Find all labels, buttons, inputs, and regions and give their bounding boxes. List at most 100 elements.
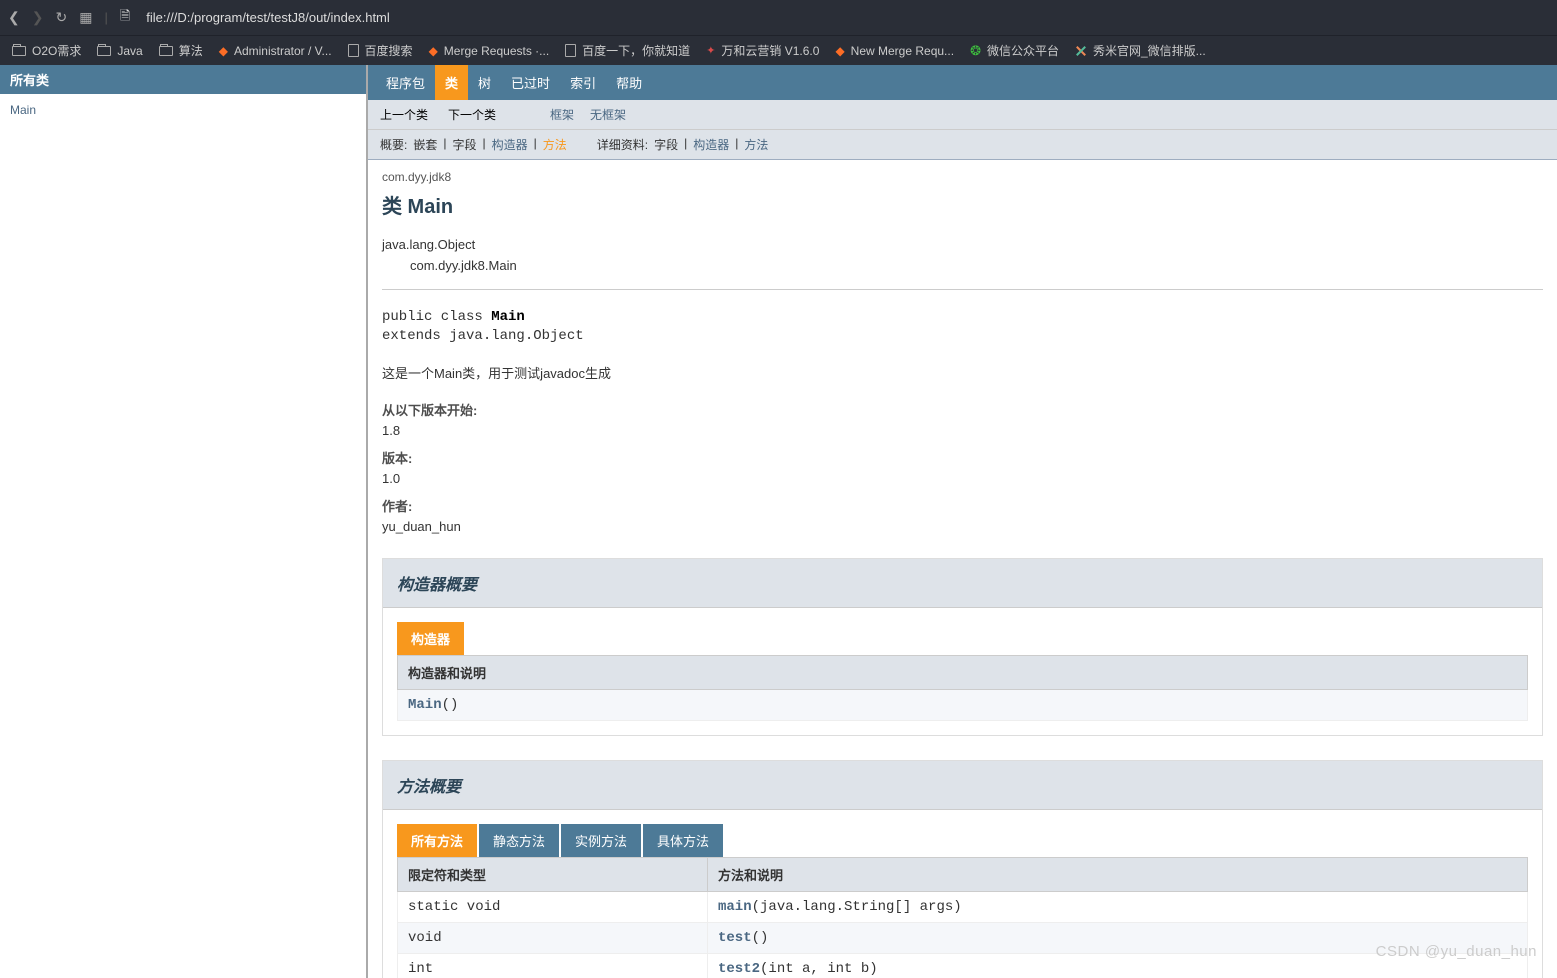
nav-item[interactable]: 帮助 [606, 65, 652, 100]
gitlab-icon: ◆ [219, 44, 228, 58]
bookmark-label: 微信公众平台 [987, 42, 1059, 59]
subnav-item: 嵌套 [413, 136, 437, 153]
nav-item[interactable]: 树 [468, 65, 501, 100]
top-nav: 程序包类树已过时索引帮助 [368, 65, 1557, 100]
table-row: voidtest() [398, 922, 1528, 953]
bookmark-label: O2O需求 [32, 42, 81, 59]
current-class: com.dyy.jdk8.Main [410, 256, 1543, 277]
author-label: 作者: [382, 496, 1543, 515]
method-table: 限定符和类型 方法和说明 static voidmain(java.lang.S… [397, 857, 1528, 978]
refresh-button[interactable]: ↻ [55, 9, 67, 26]
package-name: com.dyy.jdk8 [382, 170, 1543, 184]
subnav-item[interactable]: 构造器 [693, 136, 729, 153]
bookmark-label: 百度搜索 [365, 42, 413, 59]
folder-icon [97, 46, 111, 56]
bookmark-item[interactable]: O2O需求 [12, 42, 81, 59]
class-link-main[interactable]: Main [10, 103, 36, 117]
method-modifier: int [398, 953, 708, 978]
method-col1-header: 限定符和类型 [398, 857, 708, 891]
folder-icon [12, 46, 26, 56]
bookmark-item[interactable]: Java [97, 44, 142, 58]
bookmark-label: Merge Requests ·... [444, 44, 549, 58]
bookmark-label: 秀米官网_微信排版... [1093, 42, 1206, 59]
bookmark-item[interactable]: ◆ Merge Requests ·... [429, 44, 550, 58]
folder-icon [159, 46, 173, 56]
constructor-summary-section: 构造器概要 构造器 构造器和说明 Main() [382, 558, 1543, 736]
nav-item[interactable]: 程序包 [376, 65, 435, 100]
bookmark-item[interactable]: ◆ Administrator / V... [219, 44, 332, 58]
next-class: 下一个类 [448, 106, 496, 123]
parent-class: java.lang.Object [382, 235, 1543, 256]
method-modifier: void [398, 922, 708, 953]
constructor-col-header: 构造器和说明 [398, 655, 1528, 689]
bookmarks-bar: O2O需求 Java 算法 ◆ Administrator / V... 百度搜索 ◆ Mer… [0, 35, 1557, 65]
bookmark-label: Java [117, 44, 142, 58]
xiumi-icon [1075, 45, 1087, 57]
method-tab[interactable]: 所有方法 [397, 824, 477, 857]
bookmark-item[interactable]: 百度搜索 [348, 42, 413, 59]
bookmark-item[interactable]: ◆ New Merge Requ... [835, 44, 954, 58]
app-icon: ✦ [706, 44, 715, 57]
back-button[interactable]: ❮ [8, 9, 20, 26]
bookmark-item[interactable]: 秀米官网_微信排版... [1075, 42, 1206, 59]
method-signature: test2(int a, int b)输出a和b的值 [708, 953, 1528, 978]
method-summary-header: 方法概要 [383, 761, 1542, 810]
since-value: 1.8 [382, 423, 1543, 438]
method-link[interactable]: main [718, 899, 752, 915]
no-frames-link[interactable]: 无框架 [590, 106, 626, 123]
bookmark-label: Administrator / V... [234, 44, 332, 58]
method-signature: main(java.lang.String[] args) [708, 891, 1528, 922]
bookmark-item[interactable]: ✦万和云营销 V1.6.0 [706, 42, 819, 59]
subnav-item: 字段 [654, 136, 678, 153]
method-link[interactable]: test [718, 930, 752, 946]
bookmark-item[interactable]: 算法 [159, 42, 203, 59]
class-description: 这是一个Main类，用于测试javadoc生成 [382, 363, 1543, 382]
class-title: 类 Main [382, 190, 1543, 219]
since-label: 从以下版本开始: [382, 400, 1543, 419]
sub-nav-detail: 概要: 嵌套 | 字段 | 构造器 | 方法 详细资料: 字段 | 构造器 | … [368, 130, 1557, 160]
grid-icon[interactable]: ▦ [79, 9, 92, 26]
subnav-item[interactable]: 方法 [543, 136, 567, 153]
subnav-item[interactable]: 方法 [744, 136, 768, 153]
table-row: Main() [398, 689, 1528, 720]
sub-nav: 上一个类 下一个类 框架 无框架 [368, 100, 1557, 130]
constructor-link[interactable]: Main [408, 697, 442, 713]
author-value: yu_duan_hun [382, 519, 1543, 534]
bookmark-label: 百度一下，你就知道 [582, 42, 690, 59]
table-row: inttest2(int a, int b)输出a和b的值 [398, 953, 1528, 978]
table-row: static voidmain(java.lang.String[] args) [398, 891, 1528, 922]
bookmark-item[interactable]: ❂ 微信公众平台 [970, 42, 1059, 59]
nav-item[interactable]: 已过时 [501, 65, 560, 100]
method-tab[interactable]: 静态方法 [479, 824, 559, 857]
method-signature: test() [708, 922, 1528, 953]
method-tab[interactable]: 具体方法 [643, 824, 723, 857]
page-icon [348, 44, 359, 57]
method-col2-header: 方法和说明 [708, 857, 1528, 891]
inheritance-tree: java.lang.Object com.dyy.jdk8.Main [382, 235, 1543, 277]
gitlab-icon: ◆ [835, 44, 844, 58]
constructor-summary-header: 构造器概要 [383, 559, 1542, 608]
method-tab[interactable]: 实例方法 [561, 824, 641, 857]
method-modifier: static void [398, 891, 708, 922]
all-classes-header: 所有类 [0, 65, 366, 94]
frames-link[interactable]: 框架 [550, 106, 574, 123]
bookmark-label: 算法 [179, 42, 203, 59]
bookmark-item[interactable]: 百度一下，你就知道 [565, 42, 690, 59]
gitlab-icon: ◆ [429, 44, 438, 58]
nav-item[interactable]: 类 [435, 65, 468, 100]
forward-button[interactable]: ❯ [32, 9, 44, 26]
class-frame: 程序包类树已过时索引帮助 上一个类 下一个类 框架 无框架 概要: 嵌套 | 字… [368, 65, 1557, 978]
browser-address-bar: ❮ ❯ ↻ ▦ | 🗎 file:///D:/program/test/test… [0, 0, 1557, 35]
method-link[interactable]: test2 [718, 961, 760, 977]
version-label: 版本: [382, 448, 1543, 467]
url-text[interactable]: file:///D:/program/test/testJ8/out/index… [146, 10, 390, 25]
bookmark-label: New Merge Requ... [851, 44, 954, 58]
constructor-tab[interactable]: 构造器 [397, 622, 464, 655]
subnav-item[interactable]: 构造器 [492, 136, 528, 153]
subnav-label: 详细资料: [597, 136, 648, 153]
class-declaration: public class Main extends java.lang.Obje… [382, 308, 1543, 347]
wechat-icon: ❂ [970, 43, 981, 59]
nav-item[interactable]: 索引 [560, 65, 606, 100]
method-summary-section: 方法概要 所有方法静态方法实例方法具体方法 限定符和类型 方法和说明 stati… [382, 760, 1543, 978]
constructor-table: 构造器和说明 Main() [397, 655, 1528, 721]
